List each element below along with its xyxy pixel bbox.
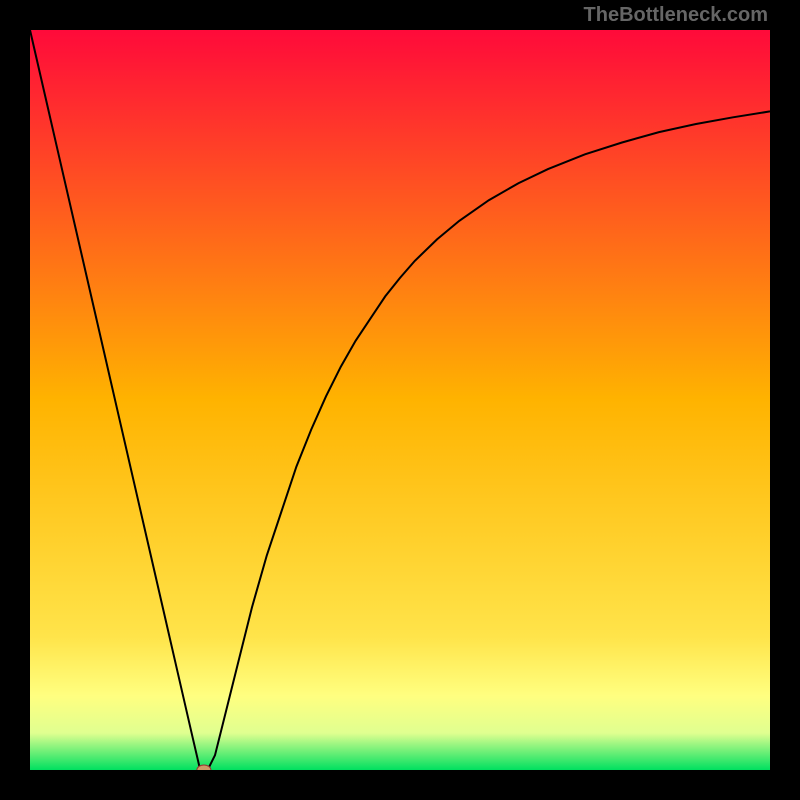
watermark-text: TheBottleneck.com	[584, 4, 768, 27]
gradient-background	[30, 30, 770, 770]
plot-area	[30, 30, 770, 770]
chart-container: TheBottleneck.com	[0, 0, 800, 800]
chart-svg	[30, 30, 770, 770]
